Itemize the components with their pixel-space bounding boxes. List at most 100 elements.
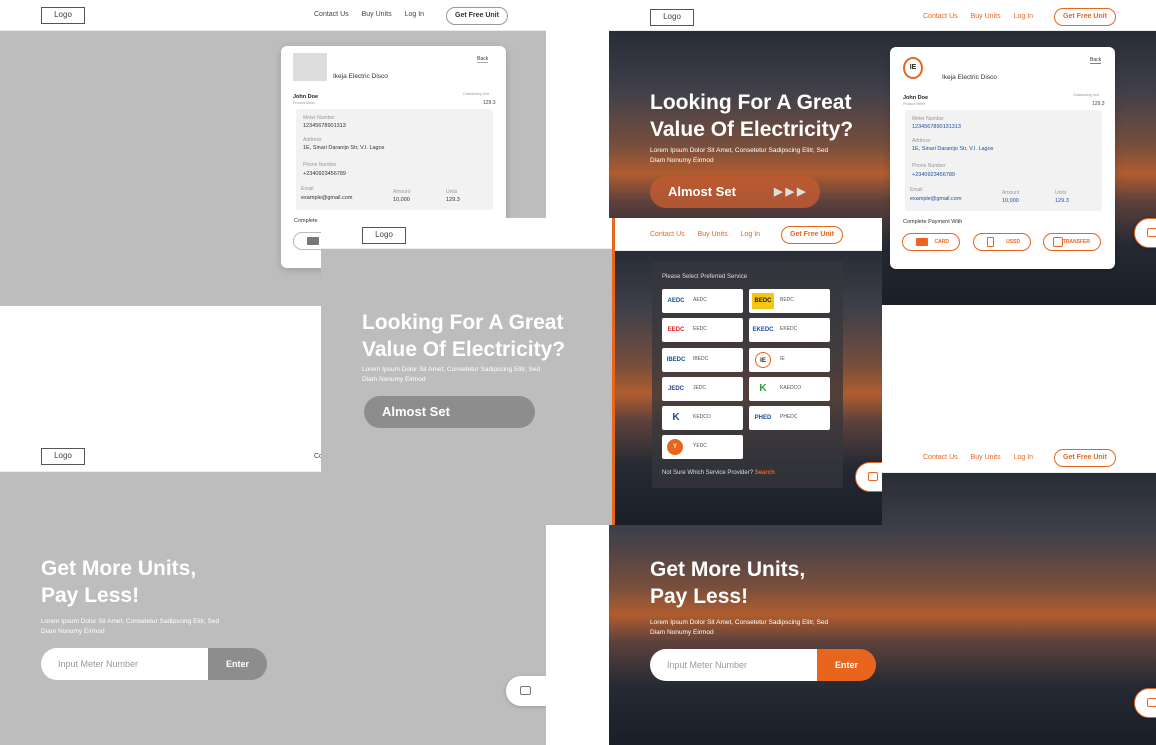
service-option-eedc[interactable]: EEDC EEDC — [662, 318, 743, 342]
logo[interactable]: Logo — [41, 448, 85, 465]
email-label: Email — [301, 186, 314, 192]
chat-widget-button[interactable] — [506, 676, 546, 706]
get-free-unit-button[interactable]: Get Free Unit — [781, 226, 843, 244]
almost-set-label: Almost Set — [668, 184, 736, 199]
get-free-unit-button[interactable]: Get Free Unit — [1054, 8, 1116, 26]
chat-icon — [1147, 228, 1156, 237]
screenshot-collage: Logo Contact Us Buy Units Log In Get Fre… — [0, 0, 1156, 745]
service-option-kedco[interactable]: K KEDCO — [662, 406, 743, 430]
service-option-ekedc[interactable]: EKEDC EKEDC — [749, 318, 830, 342]
service-name: AEDC — [693, 297, 707, 303]
enter-button[interactable]: Enter — [208, 648, 267, 680]
navbar: Logo Contact Us Buy Units Log In Get Fre… — [609, 0, 1156, 31]
nav-links: Contact Us Buy Units Log In — [923, 454, 1033, 461]
nav-links: Contact Us Buy Units Log In — [923, 13, 1033, 20]
hero-title-line1: Looking For A Great — [362, 311, 564, 334]
nav-contact-us[interactable]: Contact Us — [314, 11, 349, 18]
nav-log-in[interactable]: Log In — [1014, 13, 1033, 20]
play-arrows-icon: ▶ ▶ ▶ — [774, 186, 806, 198]
nav-buy-units[interactable]: Buy Units — [362, 11, 392, 18]
enter-button[interactable]: Enter — [817, 649, 876, 681]
payment-heading: Complete Payment With — [903, 219, 963, 225]
almost-set-button[interactable]: Almost Set ▶ ▶ ▶ — [650, 176, 820, 208]
nav-buy-units[interactable]: Buy Units — [698, 231, 728, 238]
payment-heading: Complete — [294, 218, 318, 224]
service-option-bedc[interactable]: BEDC BEDC — [749, 289, 830, 313]
hero-subtitle: Lorem Ipsum Dolor Sit Amet, Consetetur S… — [650, 618, 828, 638]
meter-number-input[interactable]: Input Meter Number — [650, 649, 817, 681]
almost-set-button[interactable]: Almost Set — [364, 396, 535, 428]
service-panel-footer: Not Sure Which Service Provider? Search — [662, 470, 775, 476]
disco-name: Ikeja Electric Disco — [333, 73, 388, 80]
service-option-kaedco[interactable]: K KAEDCO — [749, 377, 830, 401]
pay-ussd-button[interactable]: USSD — [973, 233, 1031, 251]
phone-label: Phone Number — [303, 162, 337, 168]
amount-label: Amount — [1002, 190, 1020, 196]
nav-log-in[interactable]: Log In — [741, 231, 760, 238]
outstanding-caption: Outstanding Unit — [463, 92, 490, 96]
chat-widget-button[interactable] — [1134, 688, 1156, 718]
back-button[interactable]: Back — [477, 56, 489, 63]
pay-transfer-button[interactable]: TRANSFER — [1043, 233, 1101, 251]
service-option-aedc[interactable]: AEDC AEDC — [662, 289, 743, 313]
hero-subtitle-line1: Lorem Ipsum Dolor Sit Amet, Consetetur S… — [650, 147, 829, 154]
meter-value: 12345678901313 — [303, 123, 346, 129]
service-name: EEDC — [693, 326, 707, 332]
service-option-jedc[interactable]: JEDC JEDC — [662, 377, 743, 401]
address-label: Address — [912, 138, 931, 144]
chat-widget-button[interactable] — [1134, 218, 1156, 248]
chat-widget-button[interactable] — [855, 462, 882, 492]
nav-buy-units[interactable]: Buy Units — [971, 13, 1001, 20]
service-option-yedc[interactable]: Y YEDC — [662, 435, 743, 459]
service-footer-text: Not Sure Which Service Provider? — [662, 470, 754, 476]
service-name: KEDCO — [693, 414, 711, 420]
hero-subtitle: Lorem Ipsum Dolor Sit Amet, Consetetur S… — [650, 146, 828, 166]
nav-contact-us[interactable]: Contact Us — [923, 454, 958, 461]
service-search-link[interactable]: Search — [755, 470, 775, 476]
nav-log-in[interactable]: Log In — [405, 11, 424, 18]
logo[interactable]: Logo — [362, 227, 406, 244]
email-value: example@gmail.com — [910, 196, 962, 202]
service-name: KAEDCO — [780, 385, 802, 391]
hero-title-line2: Value Of Electricity? — [362, 338, 566, 361]
hero-subtitle: Lorem Ipsum Dolor Sit Amet, Consetetur S… — [362, 365, 540, 385]
service-option-ie[interactable]: IE IE — [749, 348, 830, 372]
service-name: IE — [780, 356, 785, 362]
get-free-unit-button[interactable]: Get Free Unit — [446, 7, 508, 25]
service-name: IBEDC — [693, 356, 709, 362]
meter-label: Meter Number — [912, 116, 944, 122]
hero-title-line2: Pay Less! — [650, 585, 749, 608]
ie-logo-icon: IE — [755, 352, 771, 368]
outstanding-caption: Outstanding Unit — [1073, 93, 1100, 97]
meter-number-input[interactable]: Input Meter Number — [41, 648, 208, 680]
hero-subtitle: Lorem Ipsum Dolor Sit Amet, Consetetur S… — [41, 617, 219, 637]
nav-buy-units[interactable]: Buy Units — [971, 454, 1001, 461]
nav-links: Contact Us Buy Units Log In — [650, 231, 760, 238]
pay-card-label: CARD — [934, 239, 949, 245]
customer-name: John Doe — [903, 95, 929, 101]
logo[interactable]: Logo — [650, 9, 694, 26]
nav-contact-us[interactable]: Contact Us — [650, 231, 685, 238]
bedc-logo-icon: BEDC — [752, 293, 774, 309]
aedc-logo-icon: AEDC — [667, 298, 685, 304]
back-button[interactable]: Back — [1090, 57, 1102, 64]
logo[interactable]: Logo — [41, 7, 85, 24]
panel-wireframe-electricity: Logo Looking For A Great Value Of Electr… — [321, 218, 613, 525]
nav-log-in[interactable]: Log In — [1014, 454, 1033, 461]
outstanding-value: 129.3 — [483, 100, 496, 106]
phone-value: +2340923456789 — [912, 172, 955, 178]
pay-card-button[interactable]: CARD — [902, 233, 960, 251]
email-value: example@gmail.com — [301, 195, 353, 201]
chat-icon — [520, 686, 531, 695]
pay-ussd-label: USSD — [1006, 239, 1020, 245]
disco-name: Ikeja Electric Disco — [942, 74, 997, 81]
get-free-unit-button[interactable]: Get Free Unit — [1054, 449, 1116, 467]
address-value: 1E, Sinari Daranijo Str, V.I. Lagos — [303, 145, 385, 151]
nav-contact-us[interactable]: Contact Us — [923, 13, 958, 20]
service-option-ibedc[interactable]: IBEDC IBEDC — [662, 348, 743, 372]
ekedc-logo-icon: EKEDC — [752, 327, 774, 333]
ie-logo-icon: IE — [903, 57, 923, 79]
amount-label: Amount — [393, 189, 411, 195]
service-option-phedc[interactable]: PHED PHEDC — [749, 406, 830, 430]
yedc-logo-icon: Y — [667, 439, 683, 455]
